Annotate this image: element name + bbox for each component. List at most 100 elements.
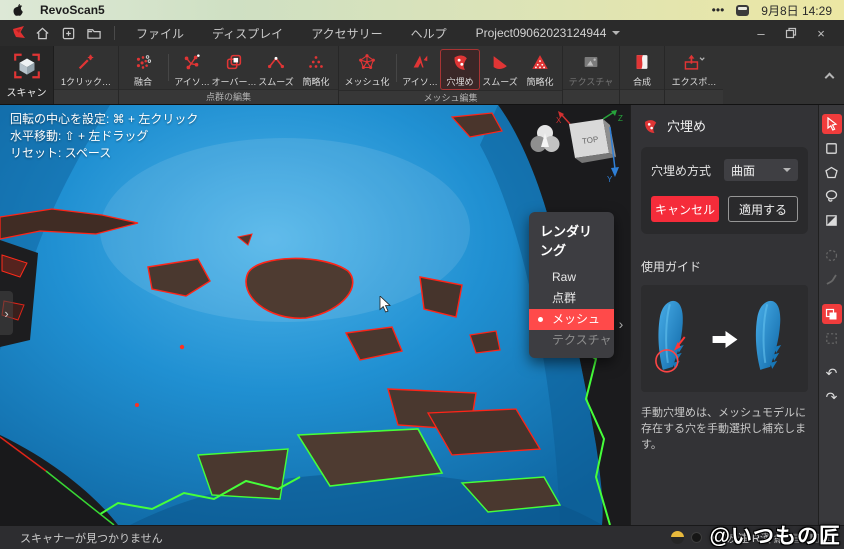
render-option-texture: テクスチャ (529, 330, 614, 351)
method-label: 穴埋め方式 (651, 162, 711, 179)
menu-accessory[interactable]: アクセサリー (298, 25, 395, 42)
rectangle-select-tool[interactable] (822, 138, 842, 158)
control-center-icon[interactable]: ••• (712, 3, 725, 17)
ime-logo-icon[interactable] (671, 531, 684, 544)
axis-y-label: Y (607, 175, 613, 184)
mesh-isolation-button[interactable]: アイソ… (400, 49, 440, 88)
mesh-simplify-button[interactable]: 簡略化 (520, 49, 560, 88)
meshify-icon (355, 51, 379, 73)
chevron-down-icon (783, 168, 791, 172)
scan-label: スキャン (7, 84, 47, 99)
magic-wand-icon (74, 51, 98, 73)
close-button[interactable]: × (808, 22, 834, 44)
render-menu-title: レンダリング (529, 220, 614, 267)
mesh-group-caption: メッシュ編集 (339, 90, 562, 104)
mesh-edit-group: メッシュ化 アイソ… 穴埋め (339, 46, 563, 104)
left-panel-expand-handle[interactable]: › (0, 291, 13, 335)
hole-filling-panel-icon (641, 117, 659, 135)
apply-button[interactable]: 適用する (728, 196, 798, 222)
usage-guide-text: 手動穴埋めは、メッシュモデルに存在する穴を手動選択し補充します。 (641, 405, 808, 453)
macos-menubar: RevoScan5 ••• 9月8日 14:29 (0, 0, 844, 20)
hole-filling-button[interactable]: 穴埋め (440, 49, 480, 90)
export-button[interactable]: エクスポ… (667, 49, 721, 88)
group-separator (168, 54, 169, 81)
overlap-icon (222, 51, 246, 73)
composite-block: 合成 (620, 46, 665, 104)
project-name-dropdown[interactable]: Project09062023124944 (476, 26, 621, 40)
redo-button[interactable]: ↷ (822, 387, 842, 407)
restore-button[interactable] (778, 22, 804, 44)
composite-icon (630, 51, 654, 73)
right-panel-collapse-handle[interactable]: › (614, 305, 628, 343)
cancel-button[interactable]: キャンセル (651, 196, 719, 222)
method-card: 穴埋め方式 曲面 キャンセル 適用する (641, 147, 808, 234)
render-option-points[interactable]: 点群 (529, 288, 614, 309)
scan-button[interactable]: スキャン (0, 46, 54, 104)
texture-button: テクスチャ (565, 49, 617, 88)
export-icon (682, 51, 706, 73)
revoscan-logo-icon (10, 24, 28, 42)
viewport-3d[interactable]: 回転の中心を設定: ⌘ + 左クリック 水平移動: ⇧ + 左ドラッグ リセット… (0, 105, 630, 525)
active-app-name[interactable]: RevoScan5 (40, 3, 105, 17)
hint-reset: リセット: スペース (10, 145, 198, 162)
expand-selection-tool (822, 328, 842, 348)
apple-logo-icon[interactable] (12, 3, 24, 17)
minimize-button[interactable]: – (748, 22, 774, 44)
fusion-button[interactable]: 融合 (121, 49, 165, 88)
panel-title: 穴埋め (667, 116, 706, 135)
chevron-down-icon (612, 31, 620, 35)
new-project-button[interactable] (56, 23, 80, 43)
hole-filling-icon (448, 51, 472, 73)
lasso-select-tool[interactable] (822, 186, 842, 206)
paint-select-tool[interactable] (822, 210, 842, 230)
render-option-mesh[interactable]: メッシュ (529, 309, 614, 330)
open-project-button[interactable] (82, 23, 106, 43)
mesh-simplify-icon (528, 51, 552, 73)
axis-z-label: Z (618, 114, 623, 123)
axis-x-label: X (556, 116, 562, 125)
method-select[interactable]: 曲面 (724, 159, 798, 181)
toolbar-collapse-button[interactable] (814, 46, 844, 104)
undo-button[interactable]: ↶ (822, 363, 842, 383)
app-titlebar: ファイル ディスプレイ アクセサリー ヘルプ Project0906202312… (0, 20, 844, 46)
connected-region-tool (822, 245, 842, 265)
ime-orb-icon[interactable] (691, 532, 702, 543)
chevron-up-icon (824, 72, 834, 82)
usage-guide-title: 使用ガイド (641, 258, 808, 275)
menu-help[interactable]: ヘルプ (398, 25, 460, 42)
menu-file[interactable]: ファイル (123, 25, 197, 42)
point-cloud-group-caption: 点群の編集 (119, 89, 338, 104)
one-click-button[interactable]: 1クリック… (56, 49, 116, 88)
revoscan-app-window: RevoScan5 ••• 9月8日 14:29 ファイル ディスプレイ アクセ… (0, 0, 844, 549)
mesh-smooth-button[interactable]: スムーズ (480, 49, 520, 88)
watermark-text: @いつもの匠 (710, 520, 841, 549)
point-cloud-edit-group: 融合 アイソ… オーバー… (119, 46, 339, 104)
navigation-cube[interactable]: X Z TOP Y (552, 107, 628, 185)
export-block: エクスポ… (665, 46, 723, 104)
polygon-select-tool[interactable] (822, 162, 842, 182)
pick-select-tool[interactable] (822, 114, 842, 134)
composite-button[interactable]: 合成 (622, 49, 662, 88)
one-click-block: 1クリック… (54, 46, 119, 104)
pc-overlap-button[interactable]: オーバー… (212, 49, 256, 88)
battery-icon[interactable] (736, 5, 749, 16)
hint-rotate: 回転の中心を設定: ⌘ + 左クリック (10, 111, 198, 128)
meshify-button[interactable]: メッシュ化 (341, 49, 393, 88)
home-button[interactable] (30, 23, 54, 43)
main-toolbar: スキャン 1クリック… 融合 (0, 46, 844, 105)
invert-selection-tool[interactable] (822, 304, 842, 324)
brush-select-tool (822, 269, 842, 289)
mouse-cursor (379, 296, 391, 313)
pc-isolation-button[interactable]: アイソ… (172, 49, 212, 88)
texture-icon (579, 51, 603, 73)
menubar-clock[interactable]: 9月8日 14:29 (761, 2, 832, 19)
mesh-smooth-icon (488, 51, 512, 73)
group-separator (396, 54, 397, 82)
render-option-raw[interactable]: Raw (529, 267, 614, 288)
selection-tool-rail: ↶ ↷ (818, 105, 844, 525)
menu-display[interactable]: ディスプレイ (199, 25, 296, 42)
pc-smooth-button[interactable]: スムーズ (256, 49, 296, 88)
viewport-hints: 回転の中心を設定: ⌘ + 左クリック 水平移動: ⇧ + 左ドラッグ リセット… (10, 111, 198, 162)
fusion-icon (131, 51, 155, 73)
pc-simplify-button[interactable]: 簡略化 (296, 49, 336, 88)
